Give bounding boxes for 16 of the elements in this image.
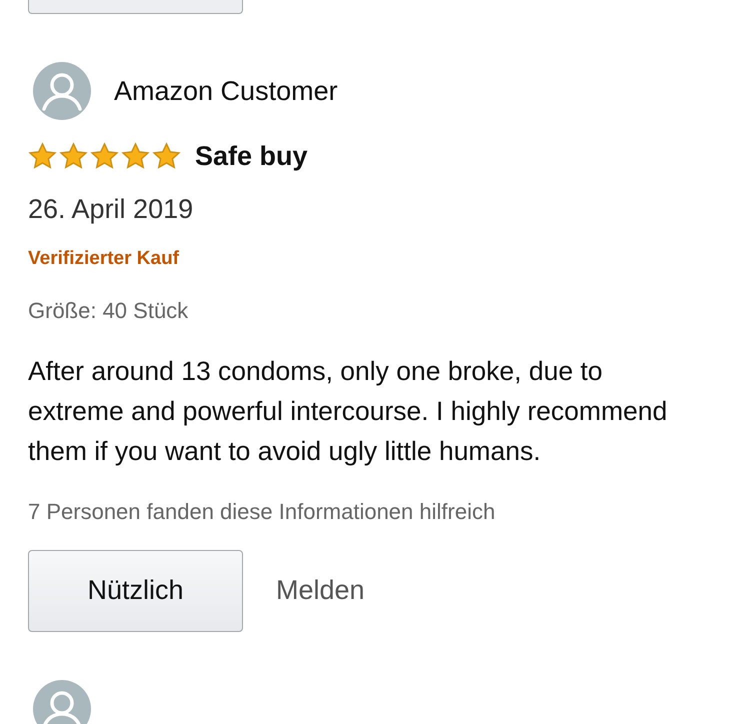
review-date: 26. April 2019 [28, 192, 194, 226]
verified-purchase: Verifizierter Kauf [28, 247, 180, 271]
report-link[interactable]: Melden [276, 570, 365, 611]
button[interactable] [28, 0, 243, 14]
helpful-count: 7 Personen fanden diese Informationen hilfreich [28, 498, 496, 526]
avatar-icon [33, 62, 91, 120]
star-icon [121, 142, 150, 170]
reviewer-name: Amazon Customer [114, 74, 338, 108]
helpful-button[interactable]: Nützlich [28, 550, 243, 632]
review-title: Safe buy [195, 140, 308, 173]
star-icon [59, 142, 88, 170]
product-variant: Größe: 40 Stück [28, 296, 190, 324]
star-icon [152, 142, 181, 170]
star-icon [28, 142, 57, 170]
star-icon [90, 142, 119, 170]
review-text: After around 13 condoms, only one broke, due to extreme and powerful intercourse. I highly recommend them if you want to avoid ugly little humans. [28, 354, 668, 468]
